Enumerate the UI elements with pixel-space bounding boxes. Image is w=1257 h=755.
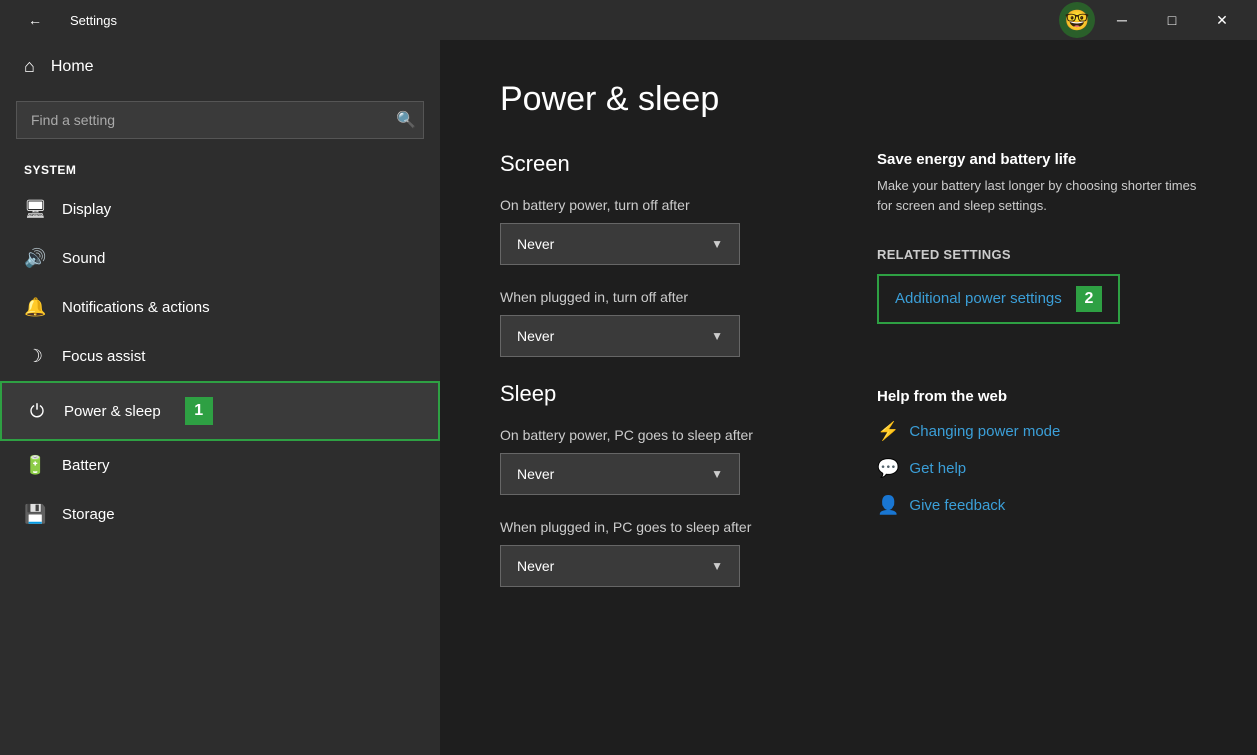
changing-power-mode-link[interactable]: ⚡ Changing power mode [877, 421, 1197, 442]
content-main: Screen On battery power, turn off after … [500, 151, 817, 611]
minimize-button[interactable]: ─ [1099, 4, 1145, 36]
sleep-plugged-arrow: ▼ [711, 559, 723, 573]
screen-plugged-arrow: ▼ [711, 329, 723, 343]
sidebar-item-power[interactable]: ⏻ Power & sleep 1 [0, 381, 440, 441]
titlebar-controls: 🤓 ─ □ ✕ [1059, 2, 1245, 38]
sound-icon: 🔊 [24, 248, 46, 269]
sidebar-section-label: System [0, 155, 440, 185]
sleep-plugged-label: When plugged in, PC goes to sleep after [500, 519, 817, 535]
search-button[interactable]: 🔍 [396, 110, 416, 130]
battery-icon: 🔋 [24, 455, 46, 476]
sidebar-item-storage[interactable]: 💾 Storage [0, 490, 440, 539]
get-help-icon: 💬 [877, 458, 899, 479]
give-feedback-link[interactable]: 👤 Give feedback [877, 495, 1197, 516]
screen-section-title: Screen [500, 151, 817, 177]
sidebar-item-power-label: Power & sleep [64, 403, 161, 420]
sleep-battery-arrow: ▼ [711, 467, 723, 481]
sidebar-item-focus-label: Focus assist [62, 348, 145, 365]
sleep-section-title: Sleep [500, 381, 817, 407]
avatar: 🤓 [1059, 2, 1095, 38]
app-body: ⌂ Home 🔍 System 🖥 Display 🔊 Sound 🔔 Noti… [0, 40, 1257, 755]
storage-icon: 💾 [24, 504, 46, 525]
screen-battery-label: On battery power, turn off after [500, 197, 817, 213]
related-settings-label: Related settings [877, 247, 1197, 262]
additional-power-badge: 2 [1076, 286, 1102, 312]
content-side: Save energy and battery life Make your b… [877, 151, 1197, 611]
sidebar-item-sound[interactable]: 🔊 Sound [0, 234, 440, 283]
back-button[interactable]: ← [12, 4, 58, 36]
sidebar-item-display-label: Display [62, 201, 111, 218]
app-title: Settings [70, 13, 117, 28]
sidebar-item-battery-label: Battery [62, 457, 110, 474]
page-title: Power & sleep [500, 80, 1197, 119]
get-help-link[interactable]: 💬 Get help [877, 458, 1197, 479]
save-energy-desc: Make your battery last longer by choosin… [877, 176, 1197, 215]
changing-power-label: Changing power mode [909, 423, 1060, 440]
maximize-button[interactable]: □ [1149, 4, 1195, 36]
screen-plugged-label: When plugged in, turn off after [500, 289, 817, 305]
screen-plugged-dropdown[interactable]: Never ▼ [500, 315, 740, 357]
sleep-battery-label: On battery power, PC goes to sleep after [500, 427, 817, 443]
additional-power-label: Additional power settings [895, 290, 1062, 307]
content-layout: Screen On battery power, turn off after … [500, 151, 1197, 611]
sidebar-item-storage-label: Storage [62, 506, 115, 523]
sidebar-item-battery[interactable]: 🔋 Battery [0, 441, 440, 490]
sleep-plugged-dropdown[interactable]: Never ▼ [500, 545, 740, 587]
additional-power-link[interactable]: Additional power settings 2 [877, 274, 1120, 324]
notifications-icon: 🔔 [24, 297, 46, 318]
get-help-label: Get help [909, 460, 966, 477]
help-title: Help from the web [877, 388, 1197, 405]
search-box: 🔍 [16, 101, 424, 139]
screen-battery-value: Never [517, 236, 554, 252]
sleep-battery-value: Never [517, 466, 554, 482]
sidebar: ⌂ Home 🔍 System 🖥 Display 🔊 Sound 🔔 Noti… [0, 40, 440, 755]
main-content: Power & sleep Screen On battery power, t… [440, 40, 1257, 755]
screen-plugged-value: Never [517, 328, 554, 344]
sidebar-item-notifications[interactable]: 🔔 Notifications & actions [0, 283, 440, 332]
sleep-battery-dropdown[interactable]: Never ▼ [500, 453, 740, 495]
sleep-plugged-value: Never [517, 558, 554, 574]
display-icon: 🖥 [24, 199, 46, 220]
close-button[interactable]: ✕ [1199, 4, 1245, 36]
sidebar-item-sound-label: Sound [62, 250, 105, 267]
focus-icon: ☽ [24, 346, 46, 367]
changing-power-icon: ⚡ [877, 421, 899, 442]
give-feedback-label: Give feedback [909, 497, 1005, 514]
titlebar-left: ← Settings [12, 4, 117, 36]
home-nav-item[interactable]: ⌂ Home [0, 40, 440, 93]
power-active-badge: 1 [185, 397, 213, 425]
home-icon: ⌂ [24, 56, 35, 77]
sidebar-item-display[interactable]: 🖥 Display [0, 185, 440, 234]
give-feedback-icon: 👤 [877, 495, 899, 516]
titlebar: ← Settings 🤓 ─ □ ✕ [0, 0, 1257, 40]
save-energy-title: Save energy and battery life [877, 151, 1197, 168]
home-label: Home [51, 58, 94, 76]
screen-battery-arrow: ▼ [711, 237, 723, 251]
sidebar-item-focus[interactable]: ☽ Focus assist [0, 332, 440, 381]
search-input[interactable] [16, 101, 424, 139]
screen-battery-dropdown[interactable]: Never ▼ [500, 223, 740, 265]
sidebar-item-notifications-label: Notifications & actions [62, 299, 210, 316]
power-icon: ⏻ [26, 401, 48, 422]
